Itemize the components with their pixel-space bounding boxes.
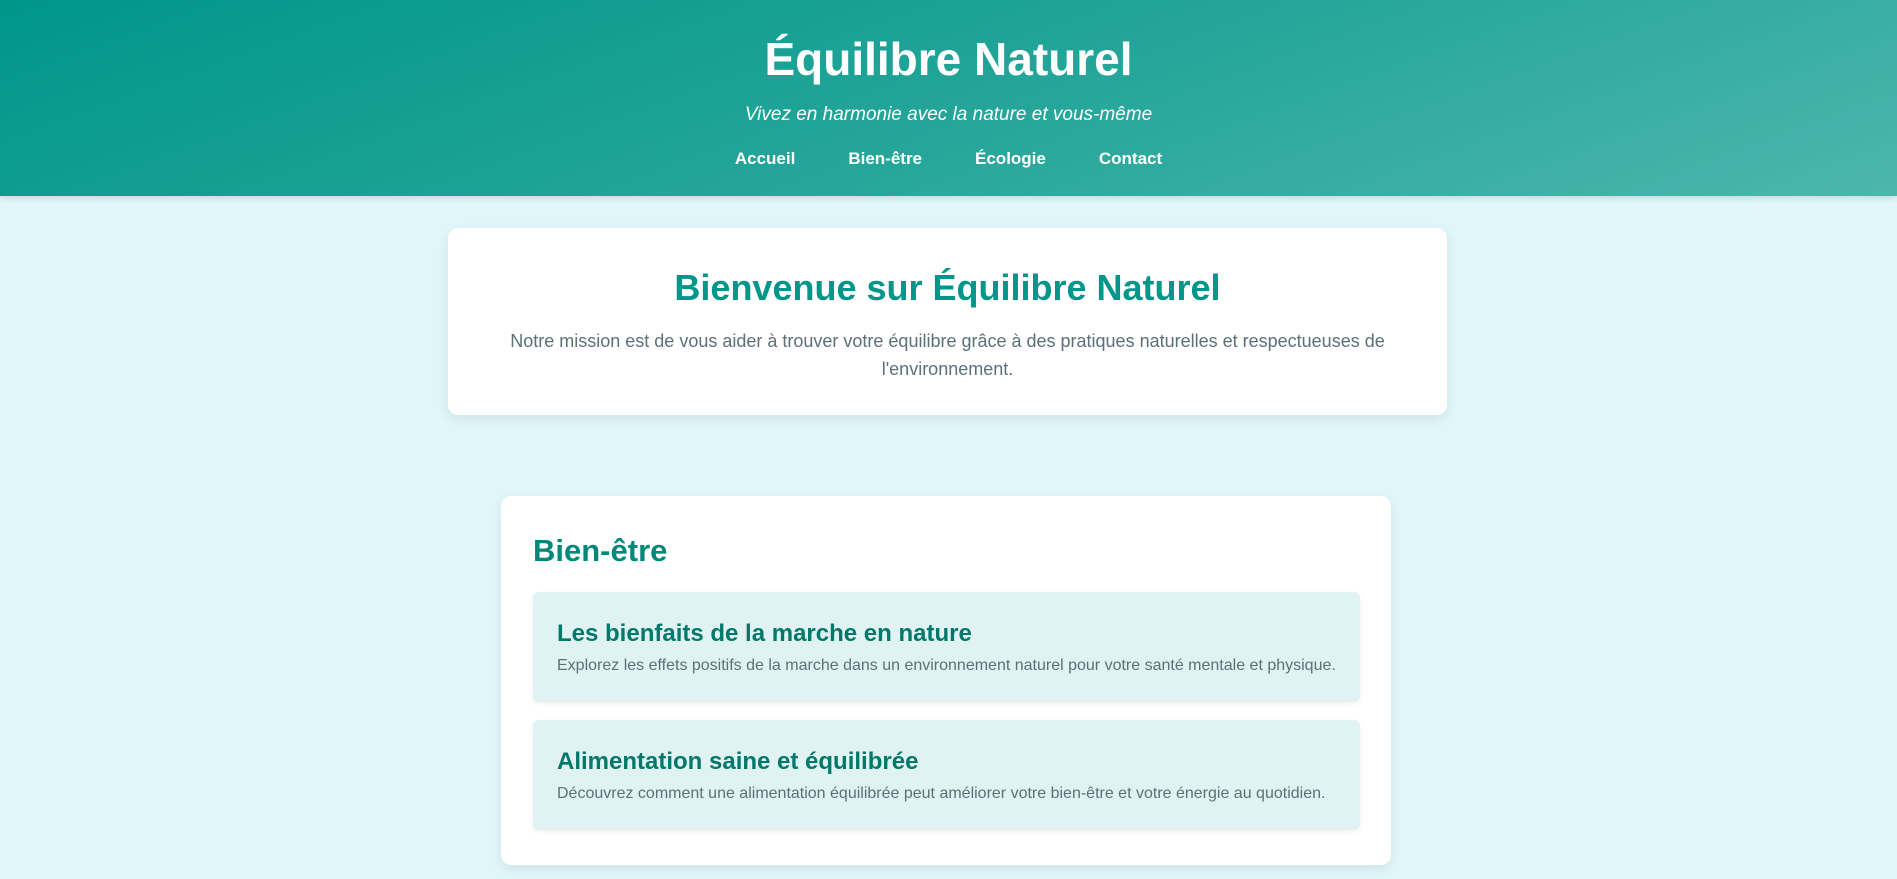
nav-link-ecologie[interactable]: Écologie <box>975 148 1046 170</box>
welcome-card: Bienvenue sur Équilibre Naturel Notre mi… <box>448 228 1447 415</box>
article-title: Alimentation saine et équilibrée <box>557 748 919 775</box>
nav-link-bien-etre[interactable]: Bien-être <box>848 148 922 170</box>
article-card-alimentation[interactable]: Alimentation saine et équilibrée Découvr… <box>533 720 1360 830</box>
main-nav: Accueil Bien-être Écologie Contact <box>0 148 1897 170</box>
bien-etre-section: Bien-être Les bienfaits de la marche en … <box>501 496 1391 865</box>
section-title: Bien-être <box>533 533 668 568</box>
welcome-text: Notre mission est de vous aider à trouve… <box>510 331 1385 379</box>
welcome-title: Bienvenue sur Équilibre Naturel <box>674 267 1221 308</box>
nav-link-contact[interactable]: Contact <box>1099 148 1162 170</box>
article-description: Explorez les effets positifs de la march… <box>557 657 1336 674</box>
site-title: Équilibre Naturel <box>764 33 1133 85</box>
site-tagline: Vivez en harmonie avec la nature et vous… <box>744 104 1153 125</box>
site-header: Équilibre Naturel Vivez en harmonie avec… <box>0 0 1897 196</box>
article-card-marche-nature[interactable]: Les bienfaits de la marche en nature Exp… <box>533 592 1360 702</box>
article-description: Découvrez comment une alimentation équil… <box>557 785 1326 802</box>
article-title: Les bienfaits de la marche en nature <box>557 620 972 647</box>
nav-link-accueil[interactable]: Accueil <box>735 148 795 170</box>
